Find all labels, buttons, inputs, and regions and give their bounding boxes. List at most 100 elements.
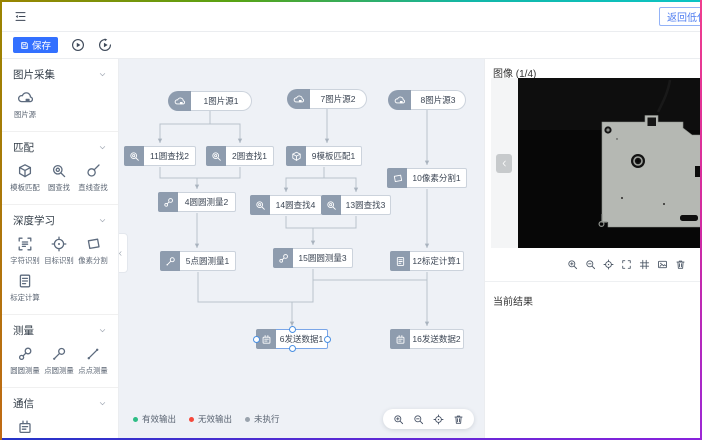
menu-fold-icon[interactable] xyxy=(14,10,27,23)
flow-node-n8[interactable]: 8图片源3 xyxy=(388,90,466,110)
chevron-down-icon xyxy=(98,399,107,408)
tool-item[interactable]: 图片源 xyxy=(8,90,42,120)
section-label: 图片采集 xyxy=(13,67,55,82)
legend-item: 有效输出 xyxy=(133,413,176,425)
locate-icon xyxy=(433,414,444,425)
sidebar-section: 测量圆圆测量点圆测量点点测量 xyxy=(2,315,118,388)
zoom-out-icon xyxy=(413,414,424,425)
tool-item-label: 圆查找 xyxy=(48,182,70,192)
cloud-icon xyxy=(394,95,405,106)
tool-item[interactable]: 点圆测量 xyxy=(42,346,76,376)
sidebar-section: 深度学习字符识别目标识别像素分割标定计算 xyxy=(2,205,118,315)
legend-dot xyxy=(245,417,250,422)
run-once-button[interactable] xyxy=(98,38,112,52)
tool-item-label: 像素分割 xyxy=(78,255,107,265)
image-fullscreen-button[interactable] xyxy=(621,259,632,270)
image-trash-button[interactable] xyxy=(675,259,686,270)
section-header[interactable]: 深度学习 xyxy=(2,213,118,228)
tool-item-label: 直线查找 xyxy=(78,182,107,192)
flow-node-n13[interactable]: 13圆查找3 xyxy=(321,195,391,215)
pixel-seg-icon xyxy=(392,173,403,184)
circle-find-icon xyxy=(326,200,337,211)
tool-item-label: 图片源 xyxy=(14,109,36,119)
node-handle-bottom[interactable] xyxy=(289,345,296,352)
tool-item[interactable]: 圆查找 xyxy=(42,163,76,193)
tool-item[interactable]: 目标识别 xyxy=(42,236,76,266)
calib-icon xyxy=(17,273,33,289)
zoom-in-button[interactable] xyxy=(393,414,404,425)
image-toolbar xyxy=(567,259,686,270)
flow-node-n15[interactable]: 15圆圆测量3 xyxy=(273,248,353,268)
node-label: 4圆圆测量2 xyxy=(178,192,236,212)
zoom-out-button[interactable] xyxy=(413,414,424,425)
comm-icon xyxy=(17,419,33,435)
flow-node-n16[interactable]: 16发送数据2 xyxy=(390,329,464,349)
flow-node-n10[interactable]: 10像素分割1 xyxy=(387,168,467,188)
section-label: 匹配 xyxy=(13,140,34,155)
tool-sidebar: 图片采集图片源匹配模板匹配圆查找直线查找深度学习字符识别目标识别像素分割标定计算… xyxy=(2,59,119,438)
tool-item-label: 目标识别 xyxy=(44,255,73,265)
tool-item[interactable]: 点点测量 xyxy=(76,346,110,376)
image-grid-button[interactable] xyxy=(639,259,650,270)
trash-icon xyxy=(675,259,686,270)
trash-button[interactable] xyxy=(453,414,464,425)
chevron-left-icon xyxy=(119,250,124,257)
flow-node-n9[interactable]: 9模板匹配1 xyxy=(286,146,362,166)
prev-image-button[interactable] xyxy=(496,154,512,173)
image-picture-button[interactable] xyxy=(657,259,668,270)
image-zoom-in-button[interactable] xyxy=(567,259,578,270)
locate-button[interactable] xyxy=(433,414,444,425)
picture-icon xyxy=(657,259,668,270)
run-button[interactable] xyxy=(71,38,85,52)
tool-item[interactable]: 模板匹配 xyxy=(8,163,42,193)
tool-item[interactable] xyxy=(8,419,42,438)
tool-item[interactable]: 圆圆测量 xyxy=(8,346,42,376)
circle-find-icon xyxy=(129,151,140,162)
section-header[interactable]: 图片采集 xyxy=(2,67,118,82)
legend-dot xyxy=(133,417,138,422)
tool-item[interactable]: 字符识别 xyxy=(8,236,42,266)
tool-item[interactable]: 直线查找 xyxy=(76,163,110,193)
save-button-label: 保存 xyxy=(32,38,51,52)
node-handle-top[interactable] xyxy=(289,326,296,333)
circle-circle-icon xyxy=(17,346,33,362)
tool-item[interactable]: 标定计算 xyxy=(8,273,42,303)
node-handle-left[interactable] xyxy=(253,336,260,343)
flow-node-n4[interactable]: 4圆圆测量2 xyxy=(158,192,236,212)
sidebar-collapse-handle[interactable] xyxy=(119,233,128,273)
flow-node-n14[interactable]: 14圆查找4 xyxy=(250,195,322,215)
send-data-icon xyxy=(261,334,272,345)
flow-node-n5[interactable]: 5点圆测量1 xyxy=(160,251,236,271)
flow-node-n2[interactable]: 2圆查找1 xyxy=(206,146,274,166)
back-to-lowcode-button[interactable]: 返回低代码 xyxy=(659,7,700,26)
trash-icon xyxy=(453,414,464,425)
chevron-left-icon xyxy=(500,159,509,168)
node-label: 6发送数据1 xyxy=(276,329,328,349)
image-panel-title: 图像 (1/4) xyxy=(485,59,700,80)
node-label: 2圆查找1 xyxy=(226,146,274,166)
cloud-icon xyxy=(17,90,33,106)
flow-node-n11[interactable]: 11圆查找2 xyxy=(124,146,196,166)
flow-node-n12[interactable]: 12标定计算1 xyxy=(390,251,464,271)
section-header[interactable]: 测量 xyxy=(2,323,118,338)
section-header[interactable]: 匹配 xyxy=(2,140,118,155)
flow-node-n6[interactable]: 6发送数据1 xyxy=(256,329,328,349)
flow-canvas[interactable]: 1图片源1 7图片源2 8图片源3 11圆查找2 2圆查找1 9模板匹配1 10像素分割1 4… xyxy=(119,59,485,438)
image-locate-button[interactable] xyxy=(603,259,614,270)
node-label: 16发送数据2 xyxy=(410,329,464,349)
result-panel-title: 当前结果 xyxy=(485,287,533,308)
flow-node-n7[interactable]: 7图片源2 xyxy=(287,89,367,109)
flow-node-n1[interactable]: 1图片源1 xyxy=(168,91,252,111)
save-button[interactable]: 保存 xyxy=(13,37,58,53)
chevron-down-icon xyxy=(98,143,107,152)
node-handle-right[interactable] xyxy=(324,336,331,343)
cloud-icon xyxy=(174,96,185,107)
menu-fold-icon xyxy=(14,10,27,23)
tool-item[interactable]: 像素分割 xyxy=(76,236,110,266)
section-header[interactable]: 通信 xyxy=(2,396,118,411)
circle-find-icon xyxy=(51,163,67,179)
node-label: 5点圆测量1 xyxy=(180,251,236,271)
node-label: 9模板匹配1 xyxy=(306,146,362,166)
node-label: 1图片源1 xyxy=(191,91,252,111)
image-zoom-out-button[interactable] xyxy=(585,259,596,270)
